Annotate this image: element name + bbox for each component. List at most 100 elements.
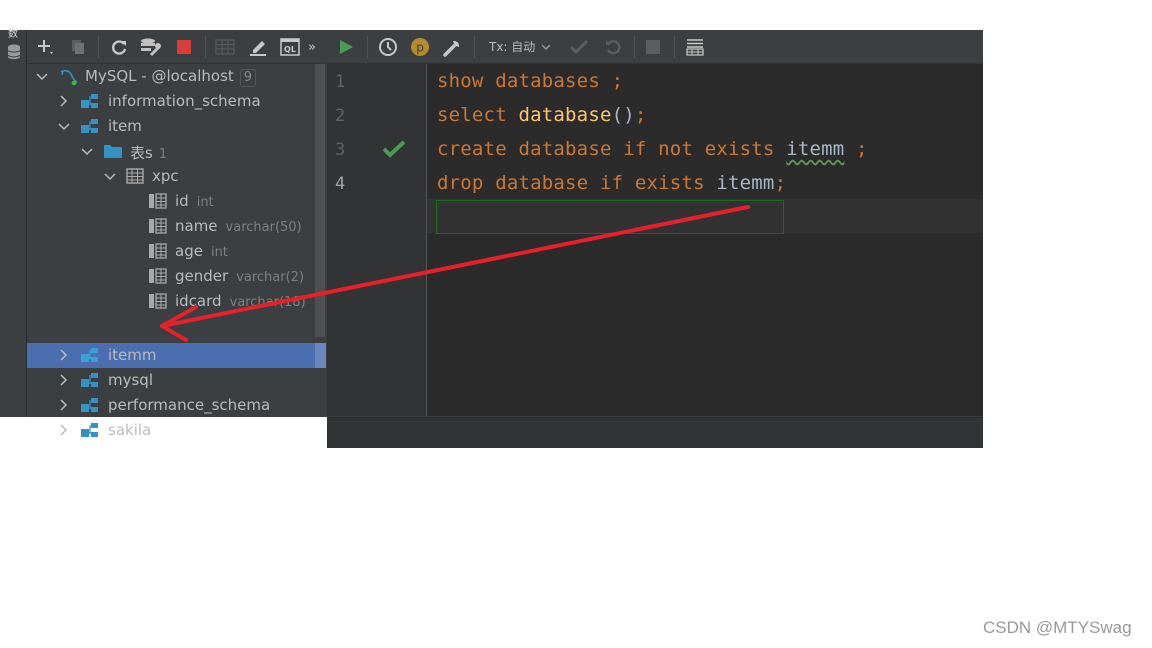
tree-item-information-schema[interactable]: information_schema	[27, 89, 315, 114]
tree-item-performance-schema[interactable]: performance_schema	[27, 393, 315, 418]
schema-icon	[81, 397, 99, 413]
line-number: 4	[335, 174, 346, 194]
p-icon: p	[411, 38, 429, 56]
code-token: databases	[495, 70, 600, 92]
execute-button[interactable]	[335, 36, 357, 58]
tree-item-mysql[interactable]: mysql	[27, 368, 315, 393]
tree-item-table-xpc[interactable]: xpc	[27, 164, 315, 189]
rollback-button[interactable]	[602, 36, 624, 58]
add-button[interactable]	[35, 36, 57, 58]
transaction-mode-dropdown[interactable]	[539, 36, 553, 58]
tree-column-row[interactable]: id int	[27, 189, 315, 214]
chevron-right-icon	[60, 349, 68, 361]
svg-text:p: p	[416, 41, 424, 55]
column-name: gender	[175, 267, 229, 285]
history-button[interactable]	[377, 36, 399, 58]
column-name: age	[175, 242, 203, 260]
tree-column-row[interactable]: age int	[27, 239, 315, 264]
editor-gutter: 1 2 3 4	[327, 64, 427, 416]
sql-editor[interactable]: 1 2 3 4 show databases ; select database…	[327, 64, 983, 416]
database-explorer-tree: MySQL - @localhost 9 information_schema i…	[27, 64, 326, 439]
output-button[interactable]	[684, 36, 706, 58]
tree-item-item[interactable]: item	[27, 114, 315, 139]
database-icon[interactable]	[7, 44, 21, 62]
edit-button[interactable]	[247, 36, 269, 58]
column-name: id	[175, 192, 189, 210]
refresh-button[interactable]	[108, 36, 130, 58]
code-token: database	[518, 104, 612, 126]
toolbar-separator	[634, 36, 635, 58]
stop-icon	[177, 40, 191, 54]
code-token: database	[495, 172, 589, 194]
line-number: 1	[335, 72, 346, 92]
database-ide-window: 数 QL » p Tx: 自动 MySQL - @localhost 9 inf…	[0, 30, 983, 448]
code-token: ;	[634, 104, 647, 126]
tool-window-strip: 数	[0, 30, 27, 417]
column-icon	[149, 268, 167, 284]
double-chevron-icon: »	[308, 39, 316, 55]
chevron-down-icon	[541, 44, 551, 50]
tree-scrollbar[interactable]	[315, 64, 325, 337]
schema-icon	[81, 372, 99, 388]
tree-column-row[interactable]: gender varchar(2)	[27, 264, 315, 289]
schema-icon	[81, 93, 99, 109]
code-line[interactable]: create database if not exists itemm ;	[437, 138, 868, 160]
svg-text:QL: QL	[284, 45, 296, 54]
chevron-down-icon	[58, 123, 70, 131]
table-icon	[215, 39, 235, 55]
code-token: drop	[437, 172, 484, 194]
tree-item-label: performance_schema	[108, 396, 271, 414]
stop-icon	[646, 40, 660, 54]
column-name: idcard	[175, 292, 222, 310]
toolbar-separator	[98, 36, 99, 58]
code-token: create	[437, 138, 507, 160]
code-line[interactable]: show databases ;	[437, 70, 623, 92]
tree-connection-row[interactable]: MySQL - @localhost 9	[27, 64, 315, 89]
tree-item-label: information_schema	[108, 92, 261, 110]
chevron-down-icon	[104, 173, 116, 181]
toolbar-separator	[205, 36, 206, 58]
stop-button[interactable]	[173, 36, 195, 58]
connection-label: MySQL - @localhost	[85, 67, 234, 85]
column-type: int	[210, 245, 228, 260]
profile-button[interactable]: p	[409, 36, 431, 58]
tree-item-itemm[interactable]: itemm	[27, 343, 326, 368]
connection-count-badge: 9	[239, 69, 257, 87]
tree-item-tables-folder[interactable]: 表s 1	[27, 139, 315, 164]
schema-icon	[81, 422, 99, 438]
database-tab-label[interactable]: 数	[8, 30, 18, 40]
table-view-button[interactable]	[214, 36, 236, 58]
query-console-button[interactable]: QL	[279, 36, 301, 58]
code-line[interactable]: select database();	[437, 104, 647, 126]
settings-button[interactable]	[441, 36, 463, 58]
toolbar-separator	[367, 36, 368, 58]
commit-button[interactable]	[568, 36, 590, 58]
tree-column-row[interactable]: name varchar(50)	[27, 214, 315, 239]
mysql-dolphin-icon	[59, 68, 79, 86]
cancel-button[interactable]	[642, 36, 664, 58]
transaction-mode-label[interactable]: Tx: 自动	[489, 38, 535, 55]
tree-item-label: mysql	[108, 371, 153, 389]
schema-icon	[81, 118, 99, 134]
ql-icon: QL	[280, 38, 300, 56]
duplicate-button[interactable]	[67, 36, 89, 58]
more-button[interactable]: »	[305, 36, 319, 58]
code-token: ;	[774, 172, 787, 194]
schema-icon	[81, 347, 99, 363]
code-line[interactable]: drop database if exists itemm;	[437, 172, 786, 194]
db-properties-button[interactable]	[140, 36, 162, 58]
tree-item-label: item	[108, 117, 142, 135]
code-token: if	[623, 138, 647, 160]
wrench-icon	[443, 40, 460, 57]
db-wrench-icon	[141, 38, 161, 57]
tree-column-row[interactable]: idcard varchar(18)	[27, 289, 315, 314]
chevron-right-icon	[60, 95, 68, 107]
undo-icon	[606, 40, 621, 55]
refresh-icon	[112, 40, 127, 55]
